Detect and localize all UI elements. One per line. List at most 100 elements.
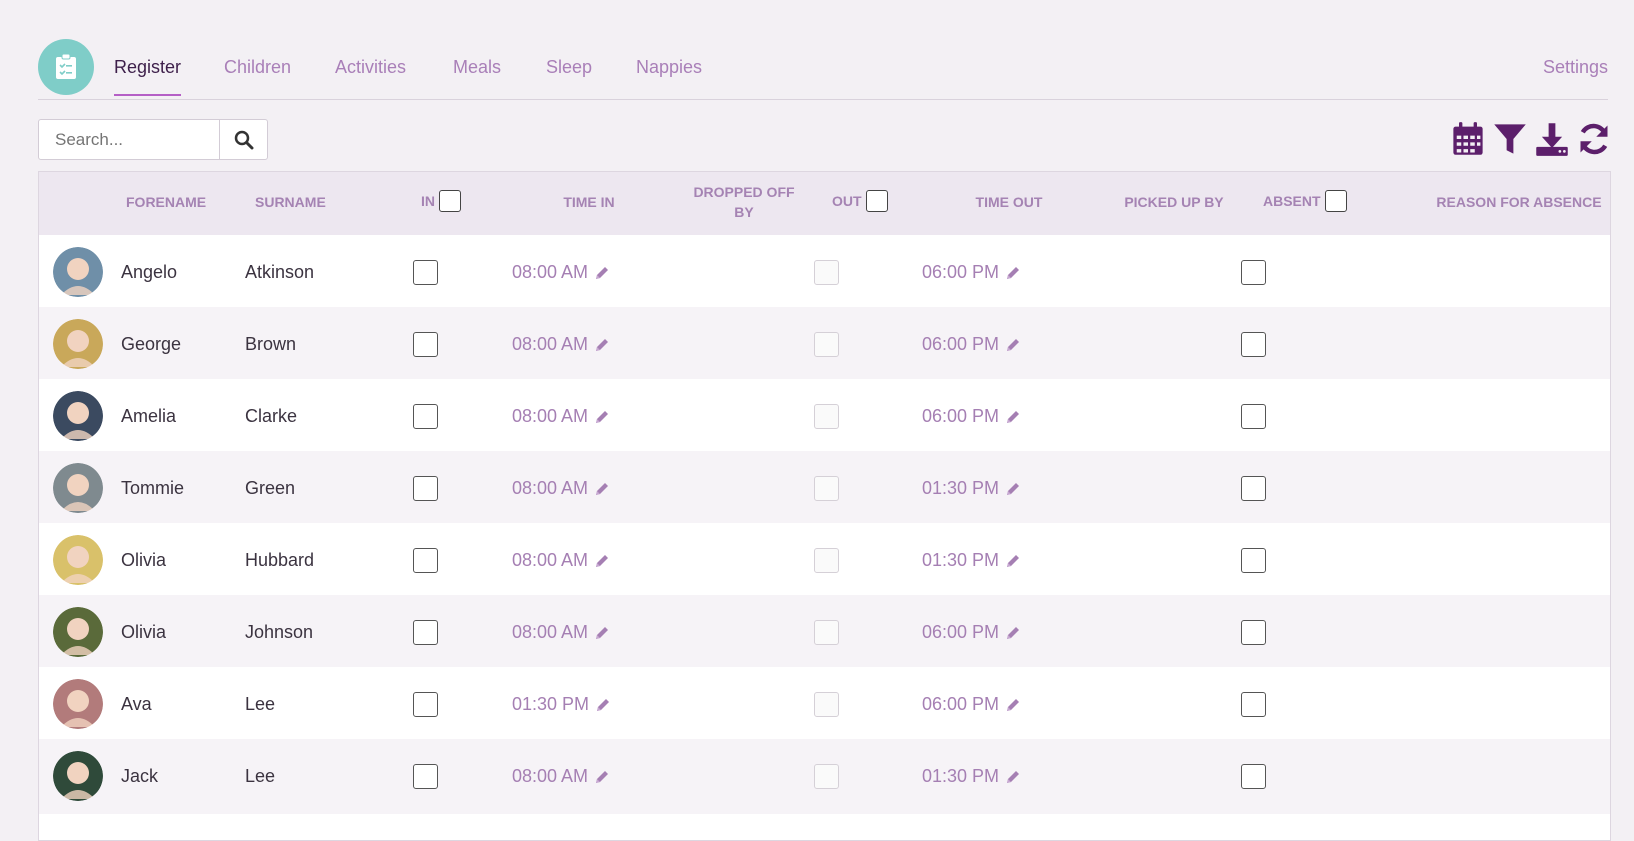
settings-link[interactable]: Settings (1543, 57, 1608, 78)
time-out-cell[interactable]: 01:30 PM (922, 523, 1021, 598)
tab-activities[interactable]: Activities (335, 57, 406, 78)
header-out: OUT (832, 190, 888, 212)
header-time-out[interactable]: TIME OUT (949, 194, 1069, 210)
pencil-icon[interactable] (1005, 769, 1021, 785)
pencil-icon[interactable] (594, 481, 610, 497)
pencil-icon[interactable] (594, 337, 610, 353)
time-in-cell[interactable]: 01:30 PM (512, 667, 611, 742)
select-all-in-checkbox[interactable] (439, 190, 461, 212)
in-checkbox[interactable] (413, 692, 438, 717)
time-in-cell[interactable]: 08:00 AM (512, 235, 610, 310)
time-in-value: 08:00 AM (512, 262, 589, 282)
time-in-cell[interactable]: 08:00 AM (512, 379, 610, 454)
header-in: IN (421, 190, 461, 212)
child-photo-icon (53, 319, 103, 369)
calendar-icon[interactable] (1450, 121, 1486, 157)
time-in-cell[interactable]: 08:00 AM (512, 451, 610, 526)
header-absent: ABSENT (1263, 190, 1347, 212)
pencil-icon[interactable] (1005, 625, 1021, 641)
time-out-value: 06:00 PM (922, 262, 1000, 282)
tab-register[interactable]: Register (114, 57, 182, 96)
pencil-icon[interactable] (594, 265, 610, 281)
time-out-cell[interactable]: 06:00 PM (922, 595, 1021, 670)
pencil-icon[interactable] (595, 697, 611, 713)
pencil-icon[interactable] (594, 409, 610, 425)
absent-checkbox[interactable] (1241, 404, 1266, 429)
child-photo-icon (53, 391, 103, 441)
header-forename[interactable]: FORENAME (126, 194, 206, 210)
avatar (53, 535, 103, 585)
forename-cell: Tommie (121, 478, 185, 498)
header-reason-for-absence[interactable]: REASON FOR ABSENCE (1419, 194, 1619, 210)
time-out-value: 06:00 PM (922, 406, 1000, 426)
tab-nappies[interactable]: Nappies (636, 57, 702, 78)
header-surname[interactable]: SURNAME (255, 194, 326, 210)
time-in-cell[interactable]: 08:00 AM (512, 523, 610, 598)
time-in-cell[interactable]: 08:00 AM (512, 307, 610, 382)
absent-checkbox[interactable] (1241, 476, 1266, 501)
in-checkbox[interactable] (413, 764, 438, 789)
pencil-icon[interactable] (594, 625, 610, 641)
child-photo-icon (53, 679, 103, 729)
out-checkbox[interactable] (814, 404, 839, 429)
time-out-cell[interactable]: 06:00 PM (922, 667, 1021, 742)
in-checkbox[interactable] (413, 620, 438, 645)
out-checkbox[interactable] (814, 260, 839, 285)
table-row: Ava Lee 01:30 PM 06:00 PM (39, 667, 1610, 742)
pencil-icon[interactable] (1005, 265, 1021, 281)
time-out-cell[interactable]: 06:00 PM (922, 235, 1021, 310)
search-box (38, 119, 268, 160)
time-out-cell[interactable]: 06:00 PM (922, 379, 1021, 454)
absent-checkbox[interactable] (1241, 260, 1266, 285)
table-header: FORENAME SURNAME IN TIME IN DROPPED OFF … (39, 172, 1610, 236)
pencil-icon[interactable] (1005, 553, 1021, 569)
forename-cell: Olivia (121, 550, 167, 570)
out-checkbox[interactable] (814, 692, 839, 717)
table-row: Jack Lee 08:00 AM 01:30 PM (39, 739, 1610, 814)
select-all-absent-checkbox[interactable] (1324, 190, 1347, 212)
absent-checkbox[interactable] (1241, 332, 1266, 357)
in-checkbox[interactable] (413, 476, 438, 501)
out-checkbox[interactable] (814, 332, 839, 357)
surname-cell: Hubbard (245, 550, 315, 570)
pencil-icon[interactable] (1005, 409, 1021, 425)
search-input[interactable] (39, 120, 219, 159)
header-picked-up-by[interactable]: PICKED UP BY (1094, 194, 1254, 210)
tab-children[interactable]: Children (224, 57, 291, 78)
pencil-icon[interactable] (1005, 481, 1021, 497)
tab-meals[interactable]: Meals (453, 57, 501, 78)
clipboard-checklist-icon[interactable] (38, 39, 94, 95)
pencil-icon[interactable] (594, 769, 610, 785)
time-out-cell[interactable]: 01:30 PM (922, 739, 1021, 814)
pencil-icon[interactable] (1005, 337, 1021, 353)
absent-checkbox[interactable] (1241, 692, 1266, 717)
in-checkbox[interactable] (413, 332, 438, 357)
time-in-cell[interactable]: 08:00 AM (512, 595, 610, 670)
out-checkbox[interactable] (814, 548, 839, 573)
out-checkbox[interactable] (814, 764, 839, 789)
absent-checkbox[interactable] (1241, 548, 1266, 573)
pencil-icon[interactable] (594, 553, 610, 569)
surname-cell: Atkinson (245, 262, 315, 282)
absent-checkbox[interactable] (1241, 764, 1266, 789)
time-out-value: 06:00 PM (922, 694, 1000, 714)
header-dropped-off-by[interactable]: DROPPED OFF BY (684, 182, 804, 222)
absent-checkbox[interactable] (1241, 620, 1266, 645)
out-checkbox[interactable] (814, 476, 839, 501)
surname-cell: Lee (245, 766, 276, 786)
in-checkbox[interactable] (413, 260, 438, 285)
tab-sleep[interactable]: Sleep (546, 57, 592, 78)
time-in-cell[interactable]: 08:00 AM (512, 739, 610, 814)
select-all-out-checkbox[interactable] (865, 190, 888, 212)
search-button[interactable] (219, 120, 267, 159)
in-checkbox[interactable] (413, 404, 438, 429)
header-time-in[interactable]: TIME IN (529, 194, 649, 210)
in-checkbox[interactable] (413, 548, 438, 573)
time-out-cell[interactable]: 01:30 PM (922, 451, 1021, 526)
pencil-icon[interactable] (1005, 697, 1021, 713)
download-icon[interactable] (1534, 121, 1570, 157)
refresh-icon[interactable] (1576, 121, 1612, 157)
filter-icon[interactable] (1492, 121, 1528, 157)
out-checkbox[interactable] (814, 620, 839, 645)
time-out-cell[interactable]: 06:00 PM (922, 307, 1021, 382)
